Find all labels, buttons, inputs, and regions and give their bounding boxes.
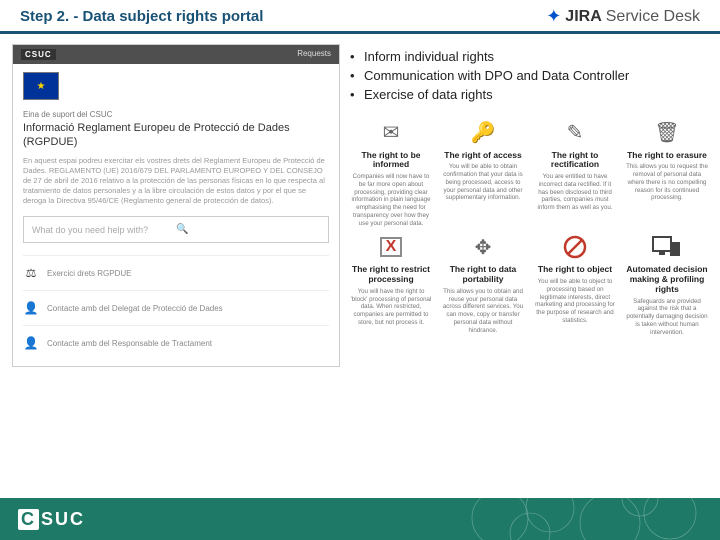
- portal-link-label: Exercici drets RGPDUE: [47, 269, 131, 278]
- slide-footer: CSUC: [0, 498, 720, 540]
- right-title: Automated decision making & profiling ri…: [626, 265, 708, 294]
- bullet-item: Communication with DPO and Data Controll…: [364, 67, 708, 86]
- jira-brand: JIRA: [565, 8, 601, 26]
- right-card-portability: ✥ The right to data portability This all…: [442, 233, 524, 336]
- right-desc: You will be able to object to processing…: [534, 278, 616, 325]
- right-desc: This allows you to request the removal o…: [626, 163, 708, 202]
- portal-link-label: Contacte amb del Delegat de Protecció de…: [47, 304, 223, 313]
- jira-product: Service Desk: [606, 8, 700, 26]
- right-card-informed: ✉ The right to be informed Companies wil…: [350, 119, 432, 228]
- slide-header: Step 2. - Data subject rights portal ✦ J…: [0, 0, 720, 34]
- right-title: The right of access: [442, 151, 524, 161]
- search-icon: 🔍: [176, 224, 320, 235]
- bullet-item: Inform individual rights: [364, 48, 708, 67]
- right-desc: You will be able to obtain confirmation …: [442, 163, 524, 202]
- csuc-logo: CSUC: [18, 509, 85, 530]
- pen-icon: ✎: [558, 119, 592, 147]
- search-placeholder: What do you need help with?: [32, 225, 176, 235]
- main-content: CSUC Requests ★ Eina de suport del CSUC …: [0, 34, 720, 367]
- footer-pattern: [460, 498, 720, 540]
- rights-grid: ✉ The right to be informed Companies wil…: [350, 119, 708, 337]
- right-desc: This allows you to obtain and reuse your…: [442, 288, 524, 335]
- portal-breadcrumb: Eina de suport del CSUC: [23, 110, 329, 119]
- eu-flag-icon: ★: [23, 72, 59, 100]
- person-icon: 👤: [23, 336, 39, 350]
- right-title: The right to rectification: [534, 151, 616, 171]
- portal-screenshot: CSUC Requests ★ Eina de suport del CSUC …: [12, 44, 340, 367]
- person-icon: 👤: [23, 301, 39, 315]
- portal-link-dpo[interactable]: 👤 Contacte amb del Delegat de Protecció …: [23, 290, 329, 325]
- portal-heading: Informació Reglament Europeu de Protecci…: [23, 121, 329, 150]
- bullet-list: •Inform individual rights •Communication…: [350, 48, 708, 105]
- restrict-icon: X: [374, 233, 408, 261]
- portal-intro: En aquest espai podreu exercitar els vos…: [23, 156, 329, 207]
- portal-link-label: Contacte amb del Responsable de Tractame…: [47, 339, 212, 348]
- arrows-move-icon: ✥: [466, 233, 500, 261]
- right-column: •Inform individual rights •Communication…: [350, 44, 708, 367]
- jira-logo: ✦ JIRA Service Desk: [546, 6, 700, 27]
- right-desc: You are entitled to have incorrect data …: [534, 173, 616, 212]
- right-card-object: The right to object You will be able to …: [534, 233, 616, 336]
- portal-link-controller[interactable]: 👤 Contacte amb del Responsable de Tracta…: [23, 325, 329, 360]
- portal-body: Eina de suport del CSUC Informació Regla…: [13, 104, 339, 366]
- right-card-rectification: ✎ The right to rectification You are ent…: [534, 119, 616, 228]
- right-title: The right to data portability: [442, 265, 524, 285]
- right-desc: You will have the right to 'block' proce…: [350, 288, 432, 327]
- portal-topbar: CSUC Requests: [13, 45, 339, 64]
- right-title: The right to object: [534, 265, 616, 275]
- envelope-icon: ✉: [374, 119, 408, 147]
- portal-link-rgpd[interactable]: ⚖ Exercici drets RGPDUE: [23, 255, 329, 290]
- right-title: The right to erasure: [626, 151, 708, 161]
- right-desc: Safeguards are provided against the risk…: [626, 298, 708, 337]
- bullet-item: Exercise of data rights: [364, 86, 708, 105]
- portal-brand-mini: CSUC: [21, 49, 56, 60]
- scales-icon: ⚖: [23, 266, 39, 280]
- page-title: Step 2. - Data subject rights portal: [20, 8, 263, 25]
- right-card-restrict: X The right to restrict processing You w…: [350, 233, 432, 336]
- right-card-access: 🔑 The right of access You will be able t…: [442, 119, 524, 228]
- jira-star-icon: ✦: [546, 6, 561, 27]
- prohibited-icon: [558, 233, 592, 261]
- right-card-erasure: 🗑 The right to erasure This allows you t…: [626, 119, 708, 228]
- footer-brand-rest: SUC: [41, 509, 85, 530]
- right-desc: Companies will now have to be far more o…: [350, 173, 432, 227]
- search-input[interactable]: What do you need help with? 🔍: [23, 216, 329, 243]
- right-card-profiling: Automated decision making & profiling ri…: [626, 233, 708, 336]
- devices-icon: [650, 233, 684, 261]
- trash-icon: 🗑: [650, 119, 684, 147]
- requests-link[interactable]: Requests: [297, 49, 331, 60]
- right-title: The right to restrict processing: [350, 265, 432, 285]
- key-icon: 🔑: [466, 119, 500, 147]
- right-title: The right to be informed: [350, 151, 432, 171]
